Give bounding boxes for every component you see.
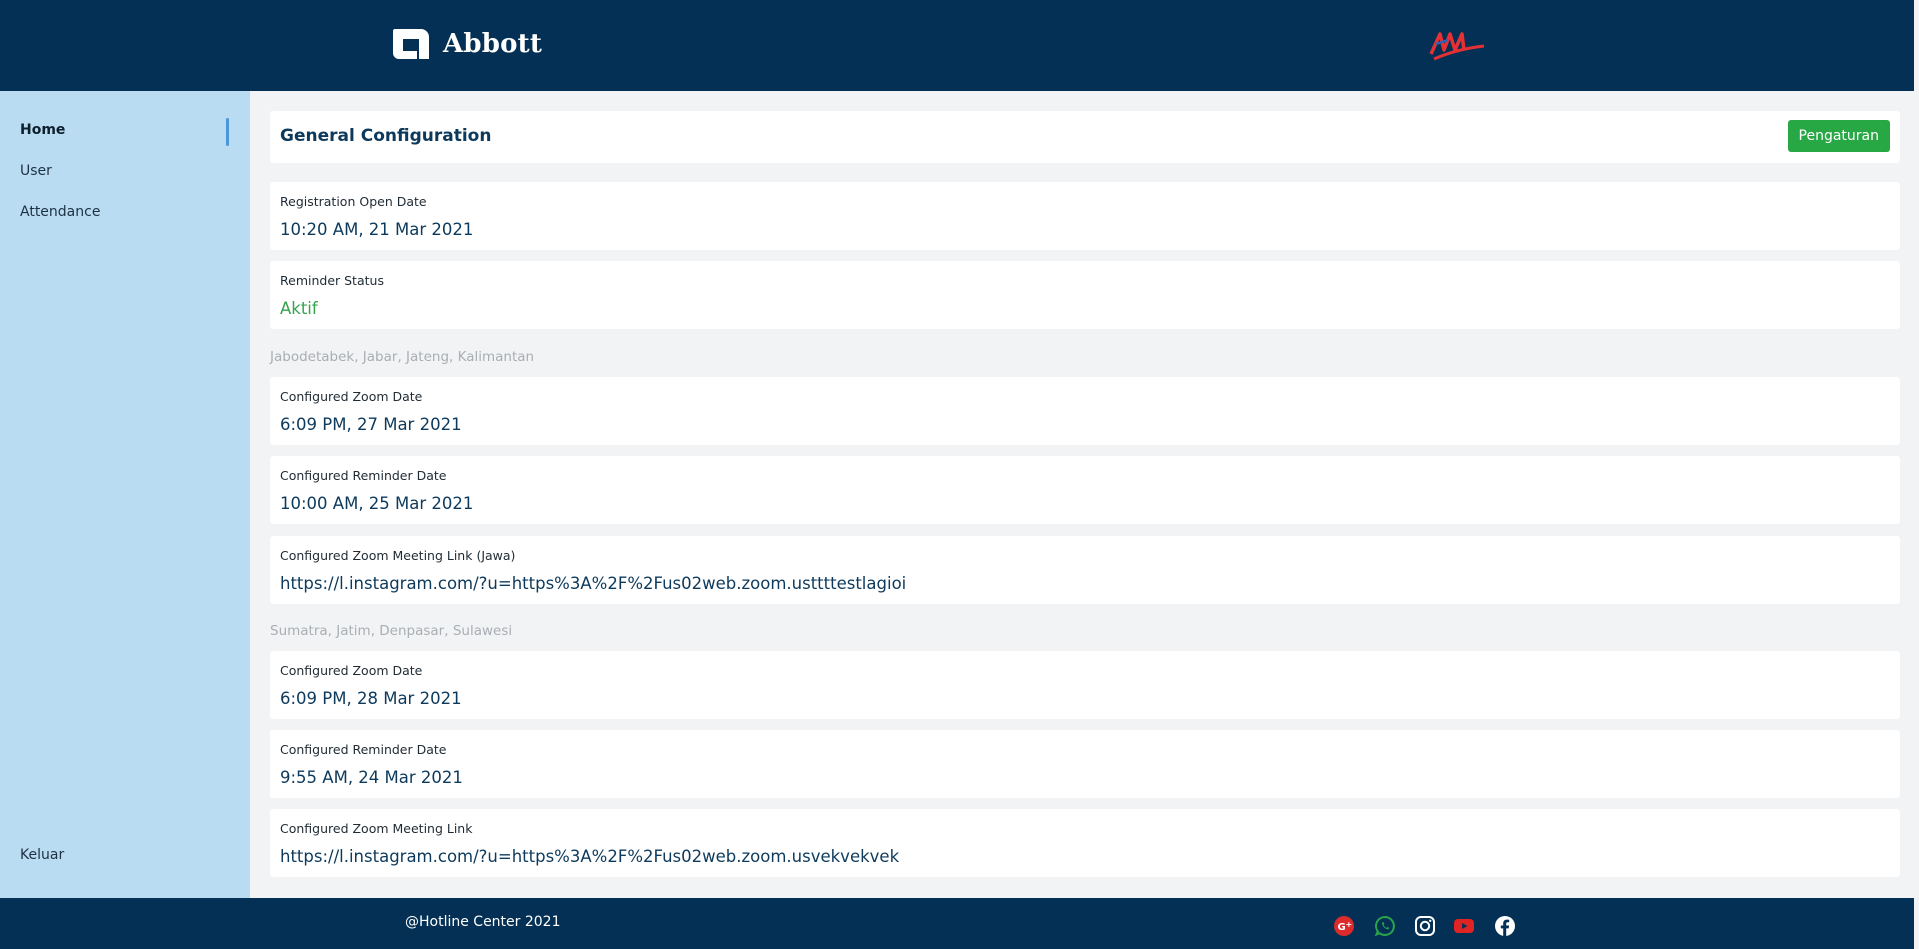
page: Abbott Home User Attendance Keluar Gener… (0, 0, 1919, 949)
region-2-zoom-link-card: Configured Zoom Meeting Link https://l.i… (270, 809, 1900, 877)
sidebar-item-home[interactable]: Home (20, 122, 65, 138)
brand-logo[interactable]: Abbott (389, 24, 542, 64)
copyright-text: @Hotline Center 2021 (405, 914, 561, 930)
brand-name: Abbott (443, 29, 543, 59)
main-content: General Configuration Pengaturan Registr… (250, 91, 1914, 898)
field-label: Reminder Status (280, 273, 384, 288)
region-2-zoom-date-card: Configured Zoom Date 6:09 PM, 28 Mar 202… (270, 651, 1900, 719)
settings-button[interactable]: Pengaturan (1787, 120, 1890, 152)
field-value: 9:55 AM, 24 Mar 2021 (280, 768, 463, 787)
sidebar: Home User Attendance Keluar (0, 91, 250, 898)
partner-logo-icon (1428, 26, 1486, 62)
zoom-link[interactable]: https://l.instagram.com/?u=https%3A%2F%2… (280, 574, 906, 593)
youtube-icon[interactable] (1453, 915, 1475, 937)
reminder-status-card: Reminder Status Aktif (270, 261, 1900, 329)
field-value: 6:09 PM, 28 Mar 2021 (280, 689, 462, 708)
field-value: 10:20 AM, 21 Mar 2021 (280, 220, 474, 239)
facebook-icon[interactable] (1494, 915, 1516, 937)
scrollbar-gutter (1914, 0, 1919, 949)
svg-text:G: G (1338, 922, 1346, 933)
zoom-link[interactable]: https://l.instagram.com/?u=https%3A%2F%2… (280, 847, 899, 866)
field-value: 6:09 PM, 27 Mar 2021 (280, 415, 462, 434)
field-label: Configured Zoom Date (280, 389, 423, 404)
field-label: Configured Zoom Meeting Link (Jawa) (280, 548, 516, 563)
field-value: 10:00 AM, 25 Mar 2021 (280, 494, 474, 513)
abbott-logo-icon (389, 26, 433, 62)
sidebar-item-user[interactable]: User (20, 163, 52, 179)
footer: @Hotline Center 2021 G + (0, 898, 1914, 949)
region-1-reminder-date-card: Configured Reminder Date 10:00 AM, 25 Ma… (270, 456, 1900, 524)
region-2-title: Sumatra, Jatim, Denpasar, Sulawesi (270, 623, 513, 639)
sidebar-item-attendance[interactable]: Attendance (20, 204, 100, 220)
registration-open-card: Registration Open Date 10:20 AM, 21 Mar … (270, 182, 1900, 250)
whatsapp-icon[interactable] (1374, 915, 1396, 937)
page-title: General Configuration (280, 126, 492, 146)
config-header-card: General Configuration Pengaturan (270, 111, 1900, 163)
status-value: Aktif (280, 299, 318, 318)
logout-link[interactable]: Keluar (20, 847, 64, 863)
region-2-reminder-date-card: Configured Reminder Date 9:55 AM, 24 Mar… (270, 730, 1900, 798)
field-label: Configured Zoom Meeting Link (280, 821, 473, 836)
active-nav-indicator (226, 118, 229, 146)
field-label: Configured Reminder Date (280, 468, 447, 483)
region-1-zoom-link-card: Configured Zoom Meeting Link (Jawa) http… (270, 536, 1900, 604)
region-1-title: Jabodetabek, Jabar, Jateng, Kalimantan (270, 349, 535, 365)
field-label: Registration Open Date (280, 194, 427, 209)
field-label: Configured Zoom Date (280, 663, 423, 678)
field-label: Configured Reminder Date (280, 742, 447, 757)
top-header: Abbott (0, 0, 1919, 91)
region-1-zoom-date-card: Configured Zoom Date 6:09 PM, 27 Mar 202… (270, 377, 1900, 445)
svg-text:+: + (1346, 920, 1353, 929)
instagram-icon[interactable] (1414, 915, 1436, 937)
google-plus-icon[interactable]: G + (1333, 915, 1355, 937)
